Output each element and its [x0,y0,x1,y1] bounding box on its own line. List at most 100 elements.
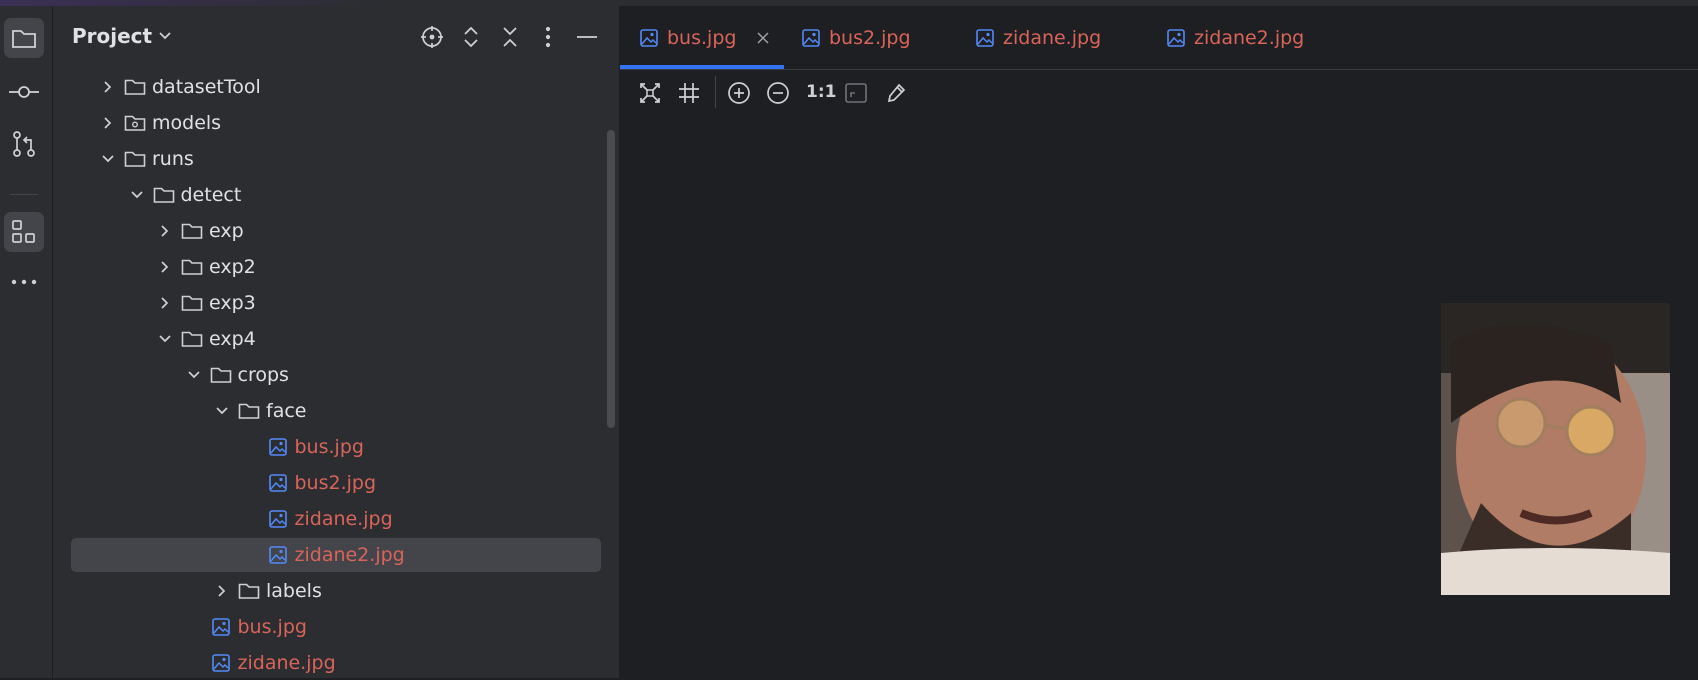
file-item[interactable]: zidane.jpg [71,646,601,680]
image-file-icon [976,28,994,47]
tree-item-label: zidane2.jpg [294,544,405,566]
fit-to-window-button[interactable] [637,80,663,106]
chevron-right-icon [104,81,112,93]
fit-to-window-icon [640,83,660,103]
project-tool-button[interactable] [4,18,44,58]
close-tab-button[interactable] [757,31,769,44]
tree-item-icon [181,329,203,349]
tree-item-label: bus.jpg [237,616,307,638]
activity-bar [0,6,53,678]
file-item[interactable]: bus.jpg [71,610,601,644]
folder-icon [181,295,203,311]
image-toolbar: 1:1 [620,70,1698,114]
folder-item[interactable]: exp3 [71,286,601,320]
zoom-out-button[interactable] [765,80,791,106]
folder-icon [153,187,174,203]
tree-toggle[interactable] [213,582,231,600]
project-view-selector[interactable]: Project [72,24,172,48]
folder-item[interactable]: labels [71,574,601,608]
collapse-all-icon [503,27,517,47]
tree-item-icon [210,617,232,637]
module-folder-icon [124,115,146,131]
folder-item[interactable]: exp2 [71,250,601,284]
chevron-right-icon [218,585,226,597]
tree-item-label: runs [152,148,194,170]
tree-toggle[interactable] [128,186,146,204]
tree-item-label: zidane.jpg [294,508,393,530]
folder-item[interactable]: exp4 [71,322,601,356]
folder-item[interactable]: crops [71,358,601,392]
pull-requests-tool-button[interactable] [4,124,44,164]
tree-toggle[interactable] [213,402,231,420]
image-file-icon [211,618,230,636]
folder-item[interactable]: detect [71,178,601,212]
expand-all-button[interactable] [458,24,484,50]
tree-toggle [185,618,203,636]
activity-separator [10,194,38,195]
close-icon[interactable] [757,31,769,44]
folder-item[interactable]: runs [71,142,601,176]
folder-item[interactable]: face [71,394,601,428]
tree-toggle[interactable] [99,78,117,96]
tree-toggle [242,438,260,456]
tree-item-icon [181,257,203,277]
tree-item-icon [153,185,175,205]
tab-label: zidane.jpg [1003,26,1102,49]
tree-item-label: zidane.jpg [237,652,336,674]
actual-size-button[interactable]: 1:1 [806,82,836,102]
image-file-icon [268,546,287,564]
options-icon [545,26,551,48]
editor-tab[interactable]: zidane2.jpg [1167,6,1304,69]
file-item[interactable]: bus2.jpg [71,466,601,500]
tree-item-label: detect [180,184,242,206]
collapse-all-button[interactable] [497,24,523,50]
folder-item[interactable]: exp [71,214,601,248]
project-tree: datasetTool models runs detect exp exp2 exp3 ex… [53,70,619,678]
image-file-icon [802,28,820,47]
fit-zoom-button[interactable] [843,80,869,106]
hide-panel-button[interactable] [574,24,600,50]
image-preview[interactable] [1441,303,1670,595]
tab-label: bus2.jpg [829,26,911,49]
folder-item[interactable]: models [71,106,601,140]
color-picker-button[interactable] [883,80,909,106]
file-item[interactable]: zidane2.jpg [71,538,601,572]
editor-tab[interactable]: bus2.jpg [802,6,911,69]
tree-toggle[interactable] [99,150,117,168]
folder-item[interactable]: datasetTool [71,70,601,104]
chevron-right-icon [161,261,169,273]
chevron-down-icon [159,32,171,40]
locate-button[interactable] [419,24,445,50]
tree-toggle[interactable] [156,222,174,240]
toggle-grid-button[interactable] [676,80,702,106]
options-button[interactable] [535,24,561,50]
fit-zoom-icon [845,83,867,103]
file-item[interactable]: bus.jpg [71,430,601,464]
more-tools-button[interactable] [4,262,44,302]
tree-item-icon [238,401,260,421]
tree-item-icon [210,653,232,673]
tree-scrollbar[interactable] [607,130,615,428]
tree-toggle[interactable] [185,366,203,384]
folder-icon [210,367,231,383]
editor-tab[interactable]: bus.jpg [640,6,769,69]
tree-toggle [242,510,260,528]
tree-toggle [185,654,203,672]
file-item[interactable]: zidane.jpg [71,502,601,536]
editor-tab[interactable]: zidane.jpg [976,6,1101,69]
tree-toggle[interactable] [156,330,174,348]
tree-toggle[interactable] [99,114,117,132]
commit-tool-button[interactable] [4,72,44,112]
image-file-icon [268,438,287,456]
tree-item-icon [181,221,203,241]
tree-item-label: labels [266,580,322,602]
toolbar-separator [715,76,716,108]
tree-toggle[interactable] [156,294,174,312]
zoom-in-button[interactable] [726,80,752,106]
folder-icon [181,223,203,239]
chevron-down-icon [130,191,143,199]
tree-toggle[interactable] [156,258,174,276]
structure-tool-button[interactable] [4,212,44,252]
expand-all-icon [464,26,478,48]
tree-item-label: exp3 [209,292,256,314]
